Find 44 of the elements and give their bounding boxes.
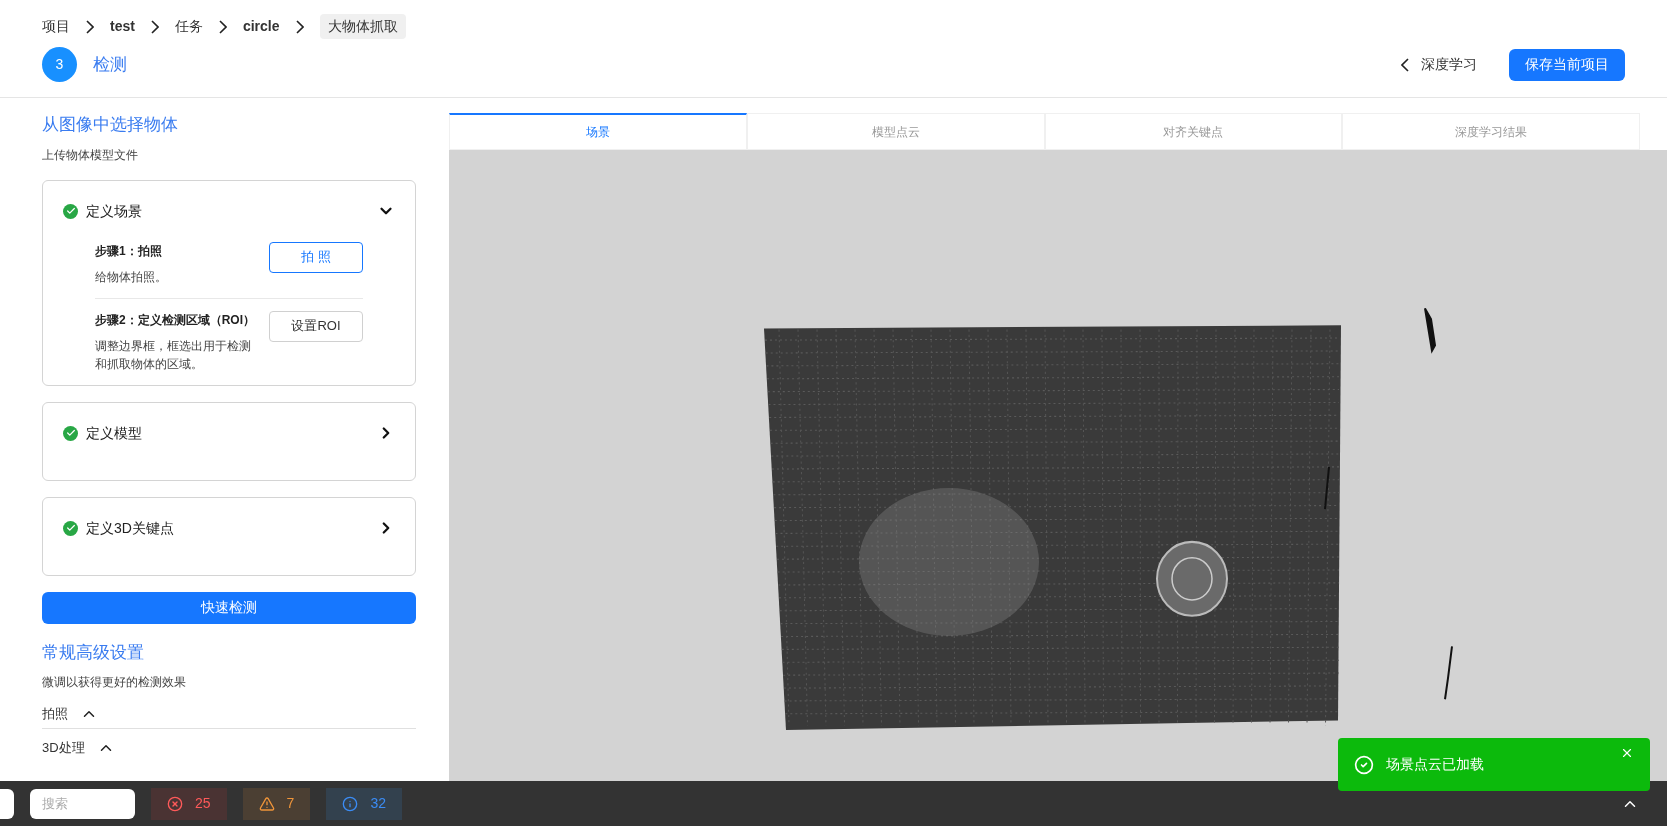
toast-message: 场景点云已加载 [1386,755,1484,774]
step-button[interactable]: 设置ROI [269,310,363,342]
card-title: 定义模型 [86,423,142,443]
section-subtitle: 微调以获得更好的检测效果 [42,674,187,691]
breadcrumb-separator-icon [150,19,159,34]
error-icon [167,795,183,812]
quick-detect-button[interactable]: 快速检测 [42,591,416,624]
breadcrumb-link[interactable]: 任务 [174,16,203,37]
breadcrumb-tag: 大物体抓取 [319,14,406,39]
step-button[interactable]: 拍 照 [269,241,363,273]
panel-title: 从图像中选择物体 [42,114,179,136]
step-title: 检测 [93,53,127,76]
panel-subtitle: 上传物体模型文件 [42,146,139,164]
breadcrumb-link[interactable]: test [110,16,135,37]
log-counter[interactable]: 25 [151,787,227,820]
info-icon [342,795,359,812]
step-number-badge: 3 [42,47,77,82]
save-button[interactable]: 保存当前项目 [1509,48,1625,81]
step-title: 步骤2：定义检测区域（ROI） [95,311,256,329]
chevron-left-icon[interactable] [1401,57,1409,72]
card-title: 定义场景 [86,201,142,221]
viewer-tab[interactable]: 模型点云 [746,113,1045,150]
search-field[interactable]: 搜索 [30,788,135,819]
step-title: 步骤1：拍照 [95,242,163,260]
close-icon[interactable] [1620,746,1634,760]
check-circle-icon [1354,754,1374,775]
group-label[interactable]: 3D处理 [42,738,85,758]
step-description: 给物体拍照。 [95,268,168,286]
breadcrumb-link[interactable]: 项目 [42,16,70,37]
group-label[interactable]: 拍照 [42,703,68,724]
log-counter[interactable]: 32 [326,787,402,820]
log-counter[interactable]: 7 [242,787,311,820]
warning-icon [258,795,275,812]
breadcrumb-separator-icon [295,19,304,34]
toolbar-field[interactable] [0,788,14,819]
breadcrumb-separator-icon [86,19,94,34]
breadcrumb-link[interactable]: circle [242,16,280,37]
back-link[interactable]: 深度学习 [1421,54,1477,75]
step-description: 调整边界框，框选出用于检测和抓取物体的区域。 [95,337,252,373]
breadcrumb-separator-icon [218,19,227,34]
section-title: 常规高级设置 [42,641,145,664]
viewer-tab[interactable]: 对齐关键点 [1044,113,1343,150]
card-title: 定义3D关键点 [86,518,174,538]
viewer-tab[interactable]: 深度学习结果 [1342,113,1640,150]
